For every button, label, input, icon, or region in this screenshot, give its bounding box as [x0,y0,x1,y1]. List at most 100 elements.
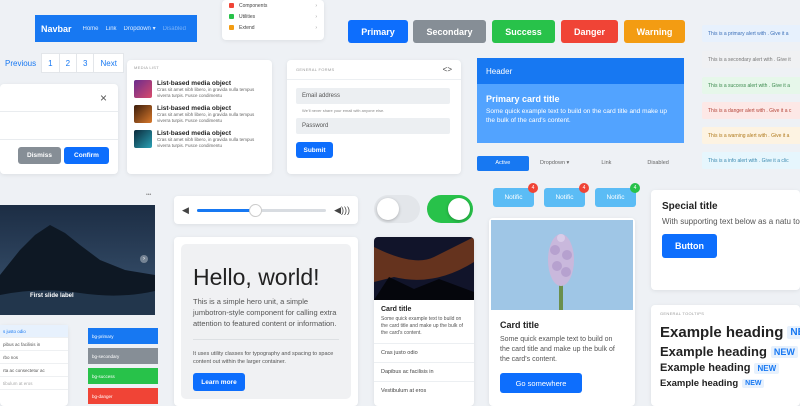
password-field[interactable]: Password [296,118,450,134]
card-title: Card title [381,306,412,313]
heading-4: Example heading NEW [660,378,791,389]
confirm-button[interactable]: Confirm [64,147,109,164]
new-badge: NEW [787,326,800,339]
carousel: First slide label › [0,205,155,315]
pagination-previous[interactable]: Previous [0,53,42,73]
image-card: Card title Some quick example text to bu… [374,237,474,406]
jumbotron-text: It uses utility classes for typography a… [193,351,334,365]
pagination-page-3[interactable]: 3 [76,53,95,73]
media-object: List-based media object Cras sit amet nib… [134,130,265,149]
close-icon[interactable]: × [100,91,107,105]
media-list-card: Media list List-based media object Cras s… [127,60,272,174]
pagination-page-1[interactable]: 1 [41,53,60,73]
notification-badge: 4 [579,183,589,193]
utilities-icon [229,14,234,19]
pill-active[interactable]: Active [477,155,529,171]
media-thumbnail [134,80,152,98]
card-text: With supporting text below as a natu to … [662,217,800,226]
alert-info: This is a info alert with . Give it a cl… [702,152,800,169]
submit-button[interactable]: Submit [296,142,333,158]
new-badge: NEW [770,345,798,358]
card-title: Primary card title [486,94,560,104]
list-item-disabled: tibulum at eros [0,377,68,390]
nav-home[interactable]: Home [83,26,99,32]
email-field[interactable]: Email address [296,88,450,104]
danger-button[interactable]: Danger [561,20,618,43]
alert-secondary: This is a secondary alert with . Give it [702,51,800,68]
toggle-switch-on[interactable] [427,195,473,223]
section-label: Media list [134,65,160,70]
list-item[interactable]: rbo nos [0,351,68,364]
nav-disabled: Disabled [162,25,186,32]
heading-1: Example headingNEW [660,324,800,341]
chevron-right-icon[interactable]: › [140,255,148,263]
media-title: List-based media object [157,105,232,112]
background-color-list: bg-primary bg-secondary bg-success bg-da… [88,328,158,406]
card-title: Card title [500,320,540,330]
media-thumbnail [134,105,152,123]
nav-link[interactable]: Link [106,26,117,32]
list-item-active[interactable]: s justo odio [0,325,68,338]
list-item: Dapibus ac facilisis in [374,363,474,382]
divider [287,79,461,80]
seek-handle[interactable] [249,203,263,217]
volume-up-icon[interactable]: ◀))) [334,205,350,216]
secondary-button[interactable]: Secondary [413,20,486,43]
modal-divider [0,111,118,112]
navbar-brand[interactable]: Navbar [41,24,72,34]
card-text: Some quick example text to build on the … [381,316,463,336]
media-text: Cras sit amet nibh libero, in gravida nu… [157,112,255,123]
list-item-components[interactable]: Components › [222,0,324,11]
primary-button[interactable]: Primary [348,20,408,43]
list-item[interactable]: rta ac consectetur ac [0,364,68,377]
flower-card: Card title Some quick example text to bu… [489,218,635,406]
headings-card: General tooltips Example headingNEW Exam… [651,305,800,406]
notification-button[interactable]: Notific 4 [595,183,640,207]
toggle-switch-off[interactable] [374,195,420,223]
volume-off-icon[interactable]: ◀ [182,205,189,216]
media-text: Cras sit amet nibh libero, in gravida nu… [157,87,255,98]
bg-danger-swatch: bg-danger [88,388,158,404]
media-object: List-based media object Cras sit amet nib… [134,105,265,124]
jumbotron-card: Hello, world! This is a simple hero unit… [174,237,358,406]
code-toggle-icon[interactable]: <> [443,65,452,74]
card-text: Some quick example text to build on the … [486,108,668,124]
list-item-extend[interactable]: Extend › [222,22,324,33]
card-button[interactable]: Button [662,234,717,258]
list-item-label: Utilities [239,13,256,20]
bg-success-swatch: bg-success [88,368,158,384]
notification-button[interactable]: Notific 4 [493,183,538,207]
notification-badge: 4 [528,183,538,193]
alert-success: This is a success alert with . Give it a [702,77,800,94]
chevron-right-icon: › [315,2,317,9]
seek-slider[interactable] [196,203,327,217]
list-item: Vestibulum at eros [381,388,427,394]
go-somewhere-button[interactable]: Go somewhere [500,373,582,393]
alert-danger: This is a danger alert with . Give it a … [702,102,800,119]
more-icon[interactable]: ••• [146,192,151,198]
warning-button[interactable]: Warning [624,20,685,43]
list-item-utilities[interactable]: Utilities › [222,11,324,22]
pill-link[interactable]: Link [581,156,633,171]
card-header: Header [477,58,684,84]
section-label: General tooltips [660,311,705,316]
chevron-right-icon: › [315,13,317,20]
forms-card: General forms <> Email address We'll nev… [287,60,461,174]
dismiss-button[interactable]: Dismiss [18,147,61,164]
learn-more-button[interactable]: Learn more [193,373,245,391]
modal-divider [0,139,118,140]
components-icon [229,3,234,8]
seek-progress [196,208,256,212]
pagination-next[interactable]: Next [93,53,124,73]
success-button[interactable]: Success [492,20,555,43]
new-badge: NEW [742,379,765,388]
media-object: List-based media object Cras sit amet nib… [134,80,265,99]
notification-button[interactable]: Notific 4 [544,183,589,207]
pill-dropdown[interactable]: Dropdown ▾ [529,156,581,171]
pagination-page-2[interactable]: 2 [58,53,78,73]
list-item-label: Components [239,2,268,9]
nav-dropdown[interactable]: Dropdown ▾ [124,25,156,32]
heading-3: Example heading NEW [660,362,791,374]
media-title: List-based media object [157,80,232,87]
list-item[interactable]: pibus ac facilisis in [0,338,68,351]
